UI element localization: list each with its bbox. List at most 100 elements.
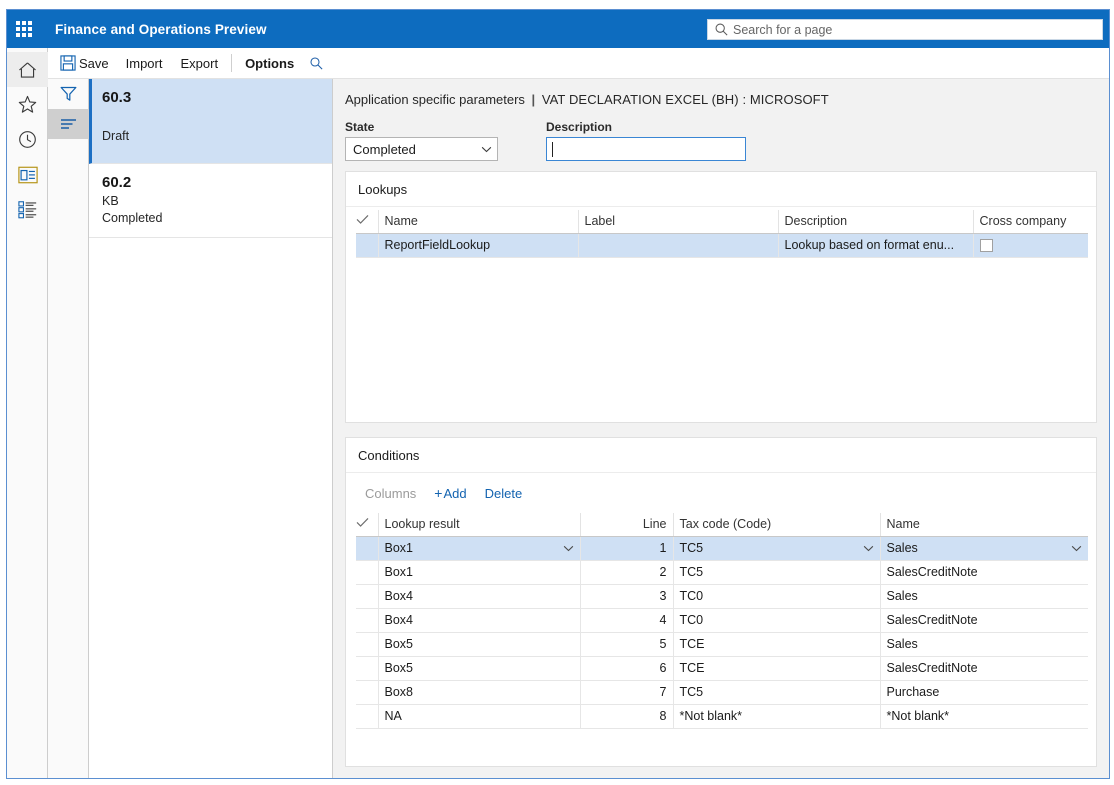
lookup-result-cell[interactable]: Box5 (378, 632, 581, 657)
export-button[interactable]: Export (171, 51, 227, 75)
rail-item-workspaces[interactable] (7, 157, 48, 192)
tax-code-cell[interactable]: TCE (673, 632, 881, 657)
version-owner: KB (102, 194, 119, 208)
row-select-cell[interactable] (356, 608, 379, 633)
lookups-col-cross-company[interactable]: Cross company (973, 210, 1088, 234)
filter-button[interactable] (48, 79, 89, 109)
save-icon (60, 55, 76, 71)
chevron-down-icon[interactable] (1071, 545, 1082, 552)
name-cell[interactable]: Sales (880, 536, 1088, 561)
row-select-cell[interactable] (356, 656, 379, 681)
tax-code-cell[interactable]: TC5 (673, 536, 881, 561)
row-select-cell[interactable] (356, 233, 379, 258)
chevron-down-icon[interactable] (863, 545, 874, 552)
line-cell[interactable]: 4 (580, 608, 674, 633)
table-row[interactable]: Box1 2 TC5 SalesCreditNote (356, 560, 1088, 585)
conditions-panel: Conditions Columns +Add Delete Lookup re… (345, 437, 1097, 767)
line-cell[interactable]: 5 (580, 632, 674, 657)
name-cell[interactable]: SalesCreditNote (880, 656, 1088, 681)
conditions-col-tax-code[interactable]: Tax code (Code) (673, 513, 881, 537)
table-row[interactable]: Box4 3 TC0 Sales (356, 584, 1088, 609)
list-view-button[interactable] (48, 109, 89, 139)
row-select-cell[interactable] (356, 704, 379, 729)
row-select-cell[interactable] (356, 560, 379, 585)
row-select-cell[interactable] (356, 536, 379, 561)
columns-button[interactable]: Columns (358, 484, 423, 503)
table-row[interactable]: Box8 7 TC5 Purchase (356, 680, 1088, 705)
lookup-result-cell[interactable]: Box4 (378, 584, 581, 609)
table-row[interactable]: NA 8 *Not blank* *Not blank* (356, 704, 1088, 729)
rail-item-home[interactable] (7, 52, 48, 87)
tax-code-cell[interactable]: TCE (673, 656, 881, 681)
lookup-description-cell[interactable]: Lookup based on format enu... (778, 233, 974, 258)
tax-code-cell[interactable]: TC0 (673, 584, 881, 609)
state-select[interactable]: Completed (345, 137, 498, 161)
conditions-col-name[interactable]: Name (880, 513, 1088, 537)
checkmark-icon (356, 215, 369, 225)
line-cell[interactable]: 1 (580, 536, 674, 561)
lookup-result-cell[interactable]: Box1 (378, 536, 581, 561)
rail-item-modules[interactable] (7, 192, 48, 227)
import-button[interactable]: Import (117, 51, 172, 75)
conditions-title: Conditions (346, 438, 1096, 473)
select-all-header[interactable] (356, 210, 379, 234)
name-cell[interactable]: SalesCreditNote (880, 560, 1088, 585)
description-input[interactable] (546, 137, 746, 161)
lookup-result-cell[interactable]: Box4 (378, 608, 581, 633)
row-select-cell[interactable] (356, 680, 379, 705)
lookup-name-cell[interactable]: ReportFieldLookup (378, 233, 579, 258)
name-cell[interactable]: SalesCreditNote (880, 608, 1088, 633)
row-select-cell[interactable] (356, 584, 379, 609)
lookup-label-cell[interactable] (578, 233, 779, 258)
tax-code-cell[interactable]: *Not blank* (673, 704, 881, 729)
lookup-result-cell[interactable]: Box1 (378, 560, 581, 585)
select-all-header[interactable] (356, 513, 379, 537)
table-row[interactable]: Box5 5 TCE Sales (356, 632, 1088, 657)
rail-item-favorites[interactable] (7, 87, 48, 122)
command-search-button[interactable] (303, 51, 330, 75)
rail-item-recent[interactable] (7, 122, 48, 157)
lookups-col-label[interactable]: Label (578, 210, 779, 234)
lookup-result-cell[interactable]: Box8 (378, 680, 581, 705)
lookups-col-description[interactable]: Description (778, 210, 974, 234)
name-cell[interactable]: Sales (880, 584, 1088, 609)
table-row[interactable]: Box1 1 TC5 Sales (356, 536, 1088, 561)
row-select-cell[interactable] (356, 632, 379, 657)
table-row[interactable]: Box5 6 TCE SalesCreditNote (356, 656, 1088, 681)
name-cell[interactable]: Purchase (880, 680, 1088, 705)
delete-button[interactable]: Delete (478, 484, 530, 503)
save-button[interactable]: Save (56, 51, 117, 75)
table-row[interactable]: Box4 4 TC0 SalesCreditNote (356, 608, 1088, 633)
chevron-down-icon[interactable] (563, 545, 574, 552)
lookup-result-cell[interactable]: NA (378, 704, 581, 729)
lookup-cross-company-cell[interactable] (973, 233, 1088, 258)
tax-code-cell[interactable]: TC0 (673, 608, 881, 633)
line-cell[interactable]: 8 (580, 704, 674, 729)
lookups-col-name[interactable]: Name (378, 210, 579, 234)
checkmark-icon (356, 518, 369, 528)
add-button[interactable]: +Add (427, 483, 473, 503)
line-cell[interactable]: 6 (580, 656, 674, 681)
lookup-result-cell[interactable]: Box5 (378, 656, 581, 681)
page-search-input[interactable]: Search for a page (707, 19, 1103, 40)
tax-code-cell[interactable]: TC5 (673, 680, 881, 705)
line-cell[interactable]: 3 (580, 584, 674, 609)
description-field: Description (546, 120, 746, 161)
options-button[interactable]: Options (236, 51, 303, 75)
app-launcher-icon[interactable] (7, 10, 41, 48)
tax-code-cell[interactable]: TC5 (673, 560, 881, 585)
name-cell[interactable]: *Not blank* (880, 704, 1088, 729)
line-cell[interactable]: 2 (580, 560, 674, 585)
conditions-col-line[interactable]: Line (580, 513, 674, 537)
breadcrumb: Application specific parameters | VAT DE… (345, 92, 1109, 107)
name-cell[interactable]: Sales (880, 632, 1088, 657)
lookups-panel: Lookups Name Label Description Cross com… (345, 171, 1097, 423)
text-caret (552, 141, 553, 157)
conditions-col-lookup-result[interactable]: Lookup result (378, 513, 581, 537)
line-cell[interactable]: 7 (580, 680, 674, 705)
table-row[interactable]: ReportFieldLookup Lookup based on format… (356, 233, 1088, 258)
version-list-item[interactable]: 60.2 KB Completed (89, 164, 332, 238)
cross-company-checkbox[interactable] (979, 239, 993, 253)
version-list-item-selected[interactable]: 60.3 Draft (89, 79, 332, 164)
conditions-header-row: Lookup result Line Tax code (Code) Name (356, 513, 1088, 537)
